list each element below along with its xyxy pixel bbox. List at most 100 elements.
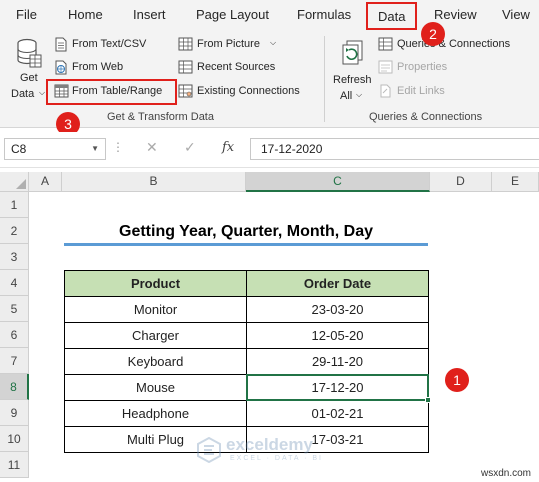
select-all-corner[interactable] <box>0 172 29 192</box>
step-badge-2: 2 <box>421 22 445 46</box>
table-row: Headphone 01-02-21 <box>64 400 429 427</box>
formula-controls: ⋮ ✕ ✓ fx <box>110 138 248 160</box>
properties-label: Properties <box>397 61 448 73</box>
select-all-icon <box>16 179 26 189</box>
insert-function-icon[interactable]: fx <box>222 140 234 155</box>
order-date-cell[interactable]: 12-05-20 <box>246 322 429 349</box>
chevron-down-icon: ⌵ <box>270 38 277 47</box>
table-header-row: Product Order Date <box>64 270 429 297</box>
product-cell[interactable]: Monitor <box>64 296 247 323</box>
chevron-down-icon: ⌵ <box>356 90 363 99</box>
get-data-button[interactable]: Get Data ⌵ <box>8 34 48 104</box>
menu-bar: File Home Insert Page Layout Formulas Da… <box>0 0 539 30</box>
table-row: Monitor 23-03-20 <box>64 296 429 323</box>
table-icon <box>54 84 69 98</box>
row-header[interactable]: 4 <box>0 270 29 296</box>
get-data-label: Data <box>11 88 35 100</box>
from-table-range-label: From Table/Range <box>72 85 163 97</box>
column-header-c[interactable]: C <box>246 172 430 192</box>
column-header-e[interactable]: E <box>492 172 539 192</box>
exceldemy-logo-icon <box>197 437 221 463</box>
tab-data[interactable]: Data <box>366 2 418 30</box>
existing-connections-label: Existing Connections <box>197 85 300 97</box>
queries-icon <box>378 37 393 51</box>
from-web-button[interactable]: From Web <box>54 59 174 77</box>
queries-connections-label: Queries & Connections <box>397 38 511 50</box>
from-text-csv-button[interactable]: From Text/CSV <box>54 36 174 54</box>
header-cell-order-date[interactable]: Order Date <box>246 270 429 297</box>
refresh-all-button[interactable]: Refresh All ⌵ <box>330 34 374 106</box>
row-header[interactable]: 7 <box>0 348 29 374</box>
order-date-cell[interactable]: 23-03-20 <box>246 296 429 323</box>
name-box-value: C8 <box>11 142 27 156</box>
refresh-all-label: Refresh <box>333 74 372 86</box>
step-badge-1: 1 <box>445 368 469 392</box>
product-cell[interactable]: Headphone <box>64 400 247 427</box>
from-table-range-button[interactable]: From Table/Range <box>54 83 174 101</box>
row-header-selected[interactable]: 8 <box>0 374 29 400</box>
row-header[interactable]: 3 <box>0 244 29 270</box>
tab-view[interactable]: View <box>502 0 530 30</box>
tab-home[interactable]: Home <box>68 0 103 30</box>
watermark-tagline: EXCEL · DATA · BI <box>230 455 323 462</box>
database-icon <box>17 38 42 68</box>
active-cell-border <box>246 374 429 401</box>
row-header[interactable]: 6 <box>0 322 29 348</box>
edit-links-icon <box>380 84 391 98</box>
order-date-cell[interactable]: 01-02-21 <box>246 400 429 427</box>
enter-icon[interactable]: ✓ <box>184 139 196 156</box>
row-header[interactable]: 1 <box>0 192 29 218</box>
name-box[interactable]: C8 ▼ <box>4 138 106 160</box>
table-row: Keyboard 29-11-20 <box>64 348 429 375</box>
row-header[interactable]: 9 <box>0 400 29 426</box>
edit-links-label: Edit Links <box>397 85 445 97</box>
picture-table-icon <box>178 37 193 51</box>
row-header[interactable]: 2 <box>0 218 29 244</box>
formula-bar: C8 ▼ ⋮ ✕ ✓ fx 17-12-2020 <box>0 132 539 168</box>
recent-sources-button[interactable]: Recent Sources <box>178 59 288 77</box>
sheet-title: Getting Year, Quarter, Month, Day <box>119 223 373 240</box>
tab-page-layout[interactable]: Page Layout <box>196 0 269 30</box>
from-text-csv-label: From Text/CSV <box>72 38 147 50</box>
row-header[interactable]: 11 <box>0 452 29 478</box>
existing-connections-icon <box>178 84 193 98</box>
product-cell[interactable]: Mouse <box>64 374 247 401</box>
site-watermark: wsxdn.com <box>480 468 531 479</box>
chevron-down-icon[interactable]: ▼ <box>91 139 99 159</box>
column-header-a[interactable]: A <box>29 172 62 192</box>
column-header-d[interactable]: D <box>430 172 492 192</box>
title-underline <box>64 243 428 246</box>
from-picture-button[interactable]: From Picture ⌵ <box>178 36 288 54</box>
order-date-cell[interactable]: 29-11-20 <box>246 348 429 375</box>
ribbon-separator <box>324 36 325 122</box>
tab-insert[interactable]: Insert <box>133 0 166 30</box>
group-label-get-transform: Get & Transform Data <box>107 111 214 123</box>
properties-button[interactable]: Properties <box>378 59 488 77</box>
from-picture-label: From Picture <box>197 38 260 50</box>
header-cell-product[interactable]: Product <box>64 270 247 297</box>
more-options-icon: ⋮ <box>112 140 124 154</box>
properties-icon <box>378 60 393 74</box>
row-header[interactable]: 10 <box>0 426 29 452</box>
from-web-label: From Web <box>72 61 124 73</box>
fill-handle[interactable] <box>425 397 431 403</box>
globe-icon <box>55 60 67 75</box>
watermark-name: exceldemy <box>226 435 313 454</box>
row-header[interactable]: 5 <box>0 296 29 322</box>
refresh-icon <box>342 40 363 65</box>
existing-connections-button[interactable]: Existing Connections <box>178 83 318 101</box>
chevron-down-icon: ⌵ <box>39 88 46 97</box>
queries-connections-button[interactable]: Queries & Connections <box>378 36 538 54</box>
cancel-icon[interactable]: ✕ <box>146 139 158 156</box>
product-cell[interactable]: Keyboard <box>64 348 247 375</box>
product-cell[interactable]: Charger <box>64 322 247 349</box>
recent-sources-icon <box>178 60 193 74</box>
tab-file[interactable]: File <box>16 0 37 30</box>
data-table: Product Order Date Monitor 23-03-20 Char… <box>64 270 429 453</box>
table-row: Charger 12-05-20 <box>64 322 429 349</box>
edit-links-button[interactable]: Edit Links <box>378 83 488 101</box>
column-header-b[interactable]: B <box>62 172 246 192</box>
ribbon: Get Data ⌵ From Text/CSV From Web From T… <box>0 30 539 128</box>
formula-input[interactable]: 17-12-2020 <box>250 138 539 160</box>
tab-formulas[interactable]: Formulas <box>297 0 351 30</box>
